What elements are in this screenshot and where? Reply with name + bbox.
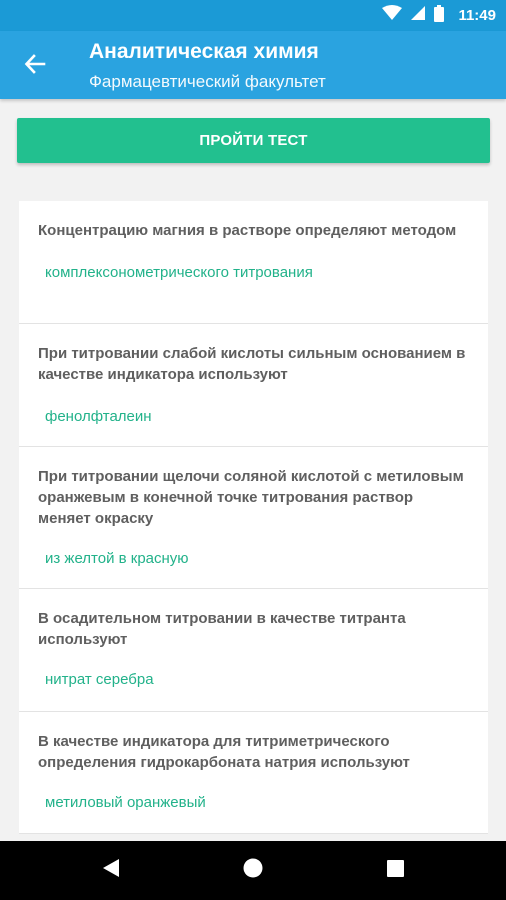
question-text: При титровании слабой кислоты сильным ос… xyxy=(38,345,466,383)
nav-back-icon xyxy=(102,858,120,883)
status-time: 11:49 xyxy=(458,7,496,24)
nav-back-button[interactable] xyxy=(81,841,141,900)
back-button[interactable] xyxy=(20,51,50,81)
answer-text: метиловый оранжевый xyxy=(45,794,206,811)
question-text: При титровании щелочи соляной кислотой с… xyxy=(38,468,464,527)
toolbar-titles: Аналитическая химия Фармацевтический фак… xyxy=(89,39,326,93)
answer-text: нитрат серебра xyxy=(45,671,154,688)
nav-home-button[interactable] xyxy=(223,841,283,900)
question-card[interactable]: В качестве индикатора для титриметрическ… xyxy=(19,712,488,834)
status-bar: 11:49 xyxy=(0,0,506,31)
question-text: В качестве индикатора для титриметрическ… xyxy=(38,733,410,771)
question-card[interactable]: Концентрацию магния в растворе определяю… xyxy=(19,201,488,324)
take-test-button[interactable]: ПРОЙТИ ТЕСТ xyxy=(17,118,490,163)
nav-recents-icon xyxy=(386,859,404,882)
nav-recents-button[interactable] xyxy=(365,841,425,900)
toolbar: Аналитическая химия Фармацевтический фак… xyxy=(0,31,506,99)
answer-text: из желтой в красную xyxy=(45,550,189,567)
question-card[interactable]: В осадительном титровании в качестве тит… xyxy=(19,589,488,712)
battery-icon xyxy=(434,4,445,27)
question-text: В осадительном титровании в качестве тит… xyxy=(38,610,406,648)
back-arrow-icon xyxy=(24,53,46,80)
page-subtitle: Фармацевтический факультет xyxy=(89,72,326,91)
question-card[interactable]: При титровании слабой кислоты сильным ос… xyxy=(19,324,488,447)
wifi-icon xyxy=(382,5,403,26)
status-icons: 11:49 xyxy=(382,0,496,31)
question-text: Концентрацию магния в растворе определяю… xyxy=(38,222,457,239)
navigation-bar xyxy=(0,841,506,900)
answer-text: комплексонометрического титрования xyxy=(45,264,313,281)
answer-text: фенолфталеин xyxy=(45,408,152,425)
nav-home-icon xyxy=(243,858,263,883)
question-card-list: Концентрацию магния в растворе определяю… xyxy=(19,201,488,834)
page-title: Аналитическая химия xyxy=(89,40,319,63)
question-card[interactable]: При титровании щелочи соляной кислотой с… xyxy=(19,447,488,589)
signal-icon xyxy=(410,5,426,26)
